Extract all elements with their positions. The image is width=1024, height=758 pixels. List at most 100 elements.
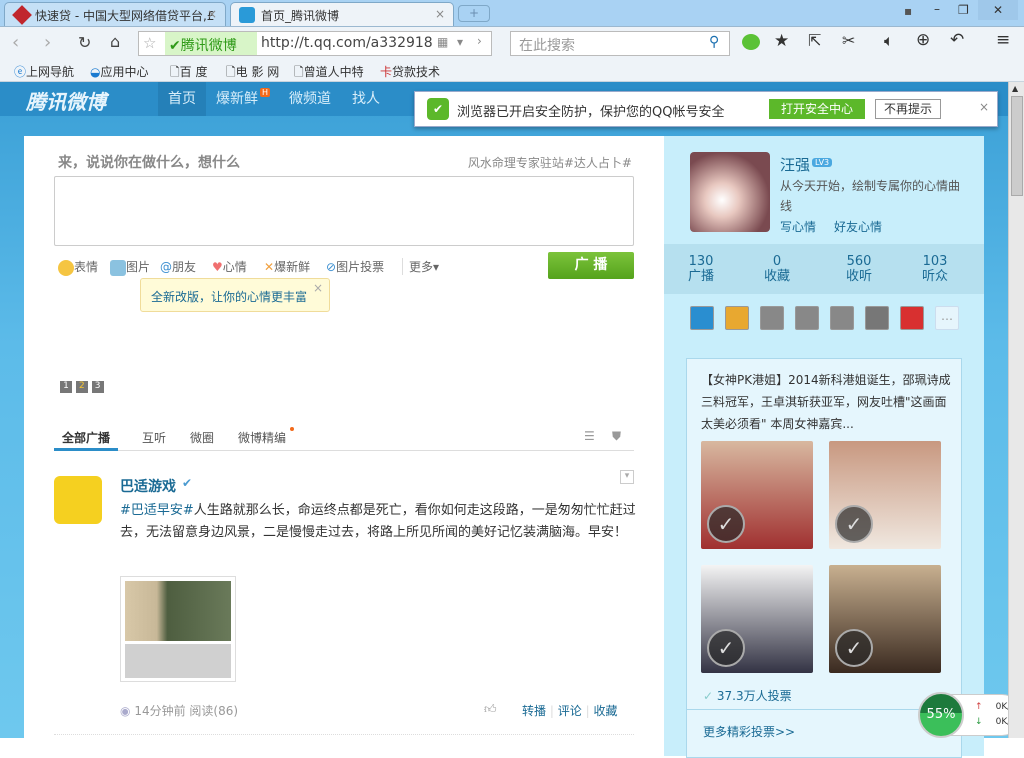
tab-editors-pick[interactable]: 微博精编	[238, 429, 286, 446]
reload-button[interactable]: ↻	[78, 33, 91, 52]
memory-ball[interactable]: 55%	[918, 692, 964, 738]
notification-icon[interactable]: ▪	[904, 4, 912, 18]
chat-app-icon[interactable]	[830, 306, 854, 330]
bookmark-apps[interactable]: ◒应用中心	[90, 63, 149, 80]
broadcast-button[interactable]: 广 播	[548, 252, 634, 279]
dismiss-button[interactable]: 不再提示	[875, 99, 941, 119]
tool-emoji[interactable]: 表情	[58, 258, 98, 276]
search-icon[interactable]: ⚲	[709, 34, 719, 50]
close-notification-icon[interactable]: ×	[979, 100, 989, 114]
forward-button[interactable]: ›	[44, 32, 51, 53]
bookmark-movies[interactable]: 🗋︎电 影 网	[226, 63, 279, 84]
bookmark-nav[interactable]: ⓔ上网导航	[14, 63, 74, 80]
bookmark-zengdaoren[interactable]: 🗋︎曾道人中特	[294, 63, 364, 84]
tool-mood[interactable]: ♥心情	[212, 258, 247, 275]
close-tab-icon[interactable]: ×	[435, 7, 445, 21]
nav-channels[interactable]: 微频道	[289, 88, 331, 108]
menu-icon[interactable]: ≡	[996, 30, 1010, 50]
steps-app-icon[interactable]	[865, 306, 889, 330]
tool-trending[interactable]: ✕爆新鲜	[264, 258, 310, 275]
tool-vote[interactable]: ⊘图片投票	[326, 258, 384, 275]
scroll-thumb[interactable]	[1011, 96, 1023, 196]
address-bar[interactable]: ☆ ✔腾讯微博 http://t.qq.com/a332918 ▦ ▾ ›	[138, 31, 492, 56]
qqpet-app-icon[interactable]	[725, 306, 749, 330]
tab-kuaisudai[interactable]: 快速贷 - 中国大型网络借贷平台,£ ×	[4, 2, 226, 26]
stat-followers[interactable]: 103 听众	[900, 254, 970, 284]
back-button[interactable]: ‹	[12, 32, 19, 53]
composer-topic-link[interactable]: 风水命理专家驻站#达人占卜#	[468, 154, 632, 171]
close-tip-icon[interactable]: ×	[313, 281, 323, 295]
screenshot-scissors-icon[interactable]: ✂	[842, 31, 855, 50]
filter-shield-icon[interactable]: ⛊	[612, 429, 621, 444]
tool-mention[interactable]: @朋友	[160, 258, 196, 275]
megaphone-app-icon[interactable]	[795, 306, 819, 330]
repost-button[interactable]: 转播	[522, 704, 546, 718]
page-3[interactable]: 3	[91, 381, 104, 393]
write-mood-link[interactable]: 写心情	[780, 218, 816, 235]
profile-avatar[interactable]	[690, 152, 770, 232]
post-hashtag[interactable]: #巴适早安#	[120, 503, 194, 518]
share-icon[interactable]: ⇱	[808, 31, 821, 50]
tab-all[interactable]: 全部广播	[54, 423, 118, 451]
site-security-badge[interactable]: ✔腾讯微博	[165, 32, 257, 55]
home-button[interactable]: ⌂	[110, 32, 120, 51]
post-image[interactable]	[120, 576, 236, 682]
scroll-up-icon[interactable]: ▲	[1012, 84, 1018, 93]
open-security-center-button[interactable]: 打开安全中心	[769, 99, 865, 119]
page-1[interactable]: 1	[60, 381, 72, 393]
tool-image[interactable]: 图片	[110, 258, 150, 276]
vote-photo-1[interactable]: ✓	[701, 441, 813, 549]
nav-home[interactable]: 首页	[168, 88, 196, 108]
vote-photo-2[interactable]: ✓	[829, 441, 941, 549]
restore-button[interactable]: ❐	[958, 3, 969, 17]
bookmark-baidu[interactable]: 🗋︎百 度	[170, 63, 207, 84]
tool-more[interactable]: 更多▾	[402, 258, 439, 275]
page-2[interactable]: 2	[75, 381, 88, 393]
nav-find-people[interactable]: 找人	[352, 88, 380, 108]
vote-photo-3[interactable]: ✓	[701, 565, 813, 673]
comment-button[interactable]: 评论	[558, 704, 582, 718]
tab-mutual[interactable]: 互听	[142, 429, 166, 446]
post-time[interactable]: 14分钟前	[134, 704, 185, 718]
tab-circle[interactable]: 微圈	[190, 429, 214, 446]
wechat-icon[interactable]	[742, 34, 760, 50]
scrollbar[interactable]: ▲	[1008, 82, 1024, 738]
volume-icon[interactable]: 🔈︎	[884, 31, 894, 51]
more-votes-link[interactable]: 更多精彩投票>>	[703, 723, 795, 740]
mobile-app-icon[interactable]	[690, 306, 714, 330]
post-menu-icon[interactable]: ▾	[620, 470, 634, 484]
new-tab-button[interactable]: +	[458, 5, 490, 22]
bookmark-star-icon[interactable]: ☆	[143, 34, 156, 52]
star-app-icon[interactable]	[900, 306, 924, 330]
qr-code-icon[interactable]: ▦	[437, 35, 448, 49]
favorite-button[interactable]: 收藏	[593, 704, 617, 718]
go-icon[interactable]: ›	[477, 34, 482, 48]
stat-favorites[interactable]: 0 收藏	[742, 254, 812, 284]
profile-name[interactable]: 汪强	[780, 154, 810, 175]
minimize-button[interactable]: –	[934, 2, 940, 16]
promo-text[interactable]: 【女神PK港姐】2014新科港姐诞生，邵珮诗成三料冠军，王卓淇斩获亚军，网友吐槽…	[701, 369, 951, 435]
vote-photo-4[interactable]: ✓	[829, 565, 941, 673]
tab-weibo[interactable]: 首页_腾讯微博 ×	[230, 2, 454, 26]
download-icon[interactable]: ⊕	[916, 30, 930, 50]
close-tab-icon[interactable]: ×	[207, 7, 217, 21]
url-text[interactable]: http://t.qq.com/a332918	[261, 35, 433, 51]
nav-trending[interactable]: 爆新鲜	[216, 88, 258, 108]
undo-icon[interactable]: ↶	[950, 30, 964, 50]
level-badge[interactable]: LV3	[812, 158, 833, 167]
author-avatar[interactable]	[54, 476, 102, 524]
bookmark-loans[interactable]: 卡贷款技术	[380, 63, 440, 80]
stat-following[interactable]: 560 收听	[824, 254, 894, 284]
dropdown-icon[interactable]: ▾	[457, 35, 463, 49]
weibo-logo[interactable]: 腾讯微博	[26, 86, 106, 115]
friends-mood-link[interactable]: 好友心情	[834, 218, 882, 235]
weibo-app-icon[interactable]	[760, 306, 784, 330]
more-apps-icon[interactable]: …	[935, 306, 959, 330]
close-window-button[interactable]: ✕	[978, 0, 1018, 20]
stat-posts[interactable]: 130 广播	[666, 254, 736, 284]
search-box[interactable]: 在此搜索 ⚲	[510, 31, 730, 56]
post-author[interactable]: 巴适游戏	[120, 476, 176, 496]
favorites-icon[interactable]: ★	[774, 31, 789, 51]
list-view-icon[interactable]: ☰	[584, 429, 595, 443]
like-icon[interactable]: 👍︎	[484, 702, 497, 717]
